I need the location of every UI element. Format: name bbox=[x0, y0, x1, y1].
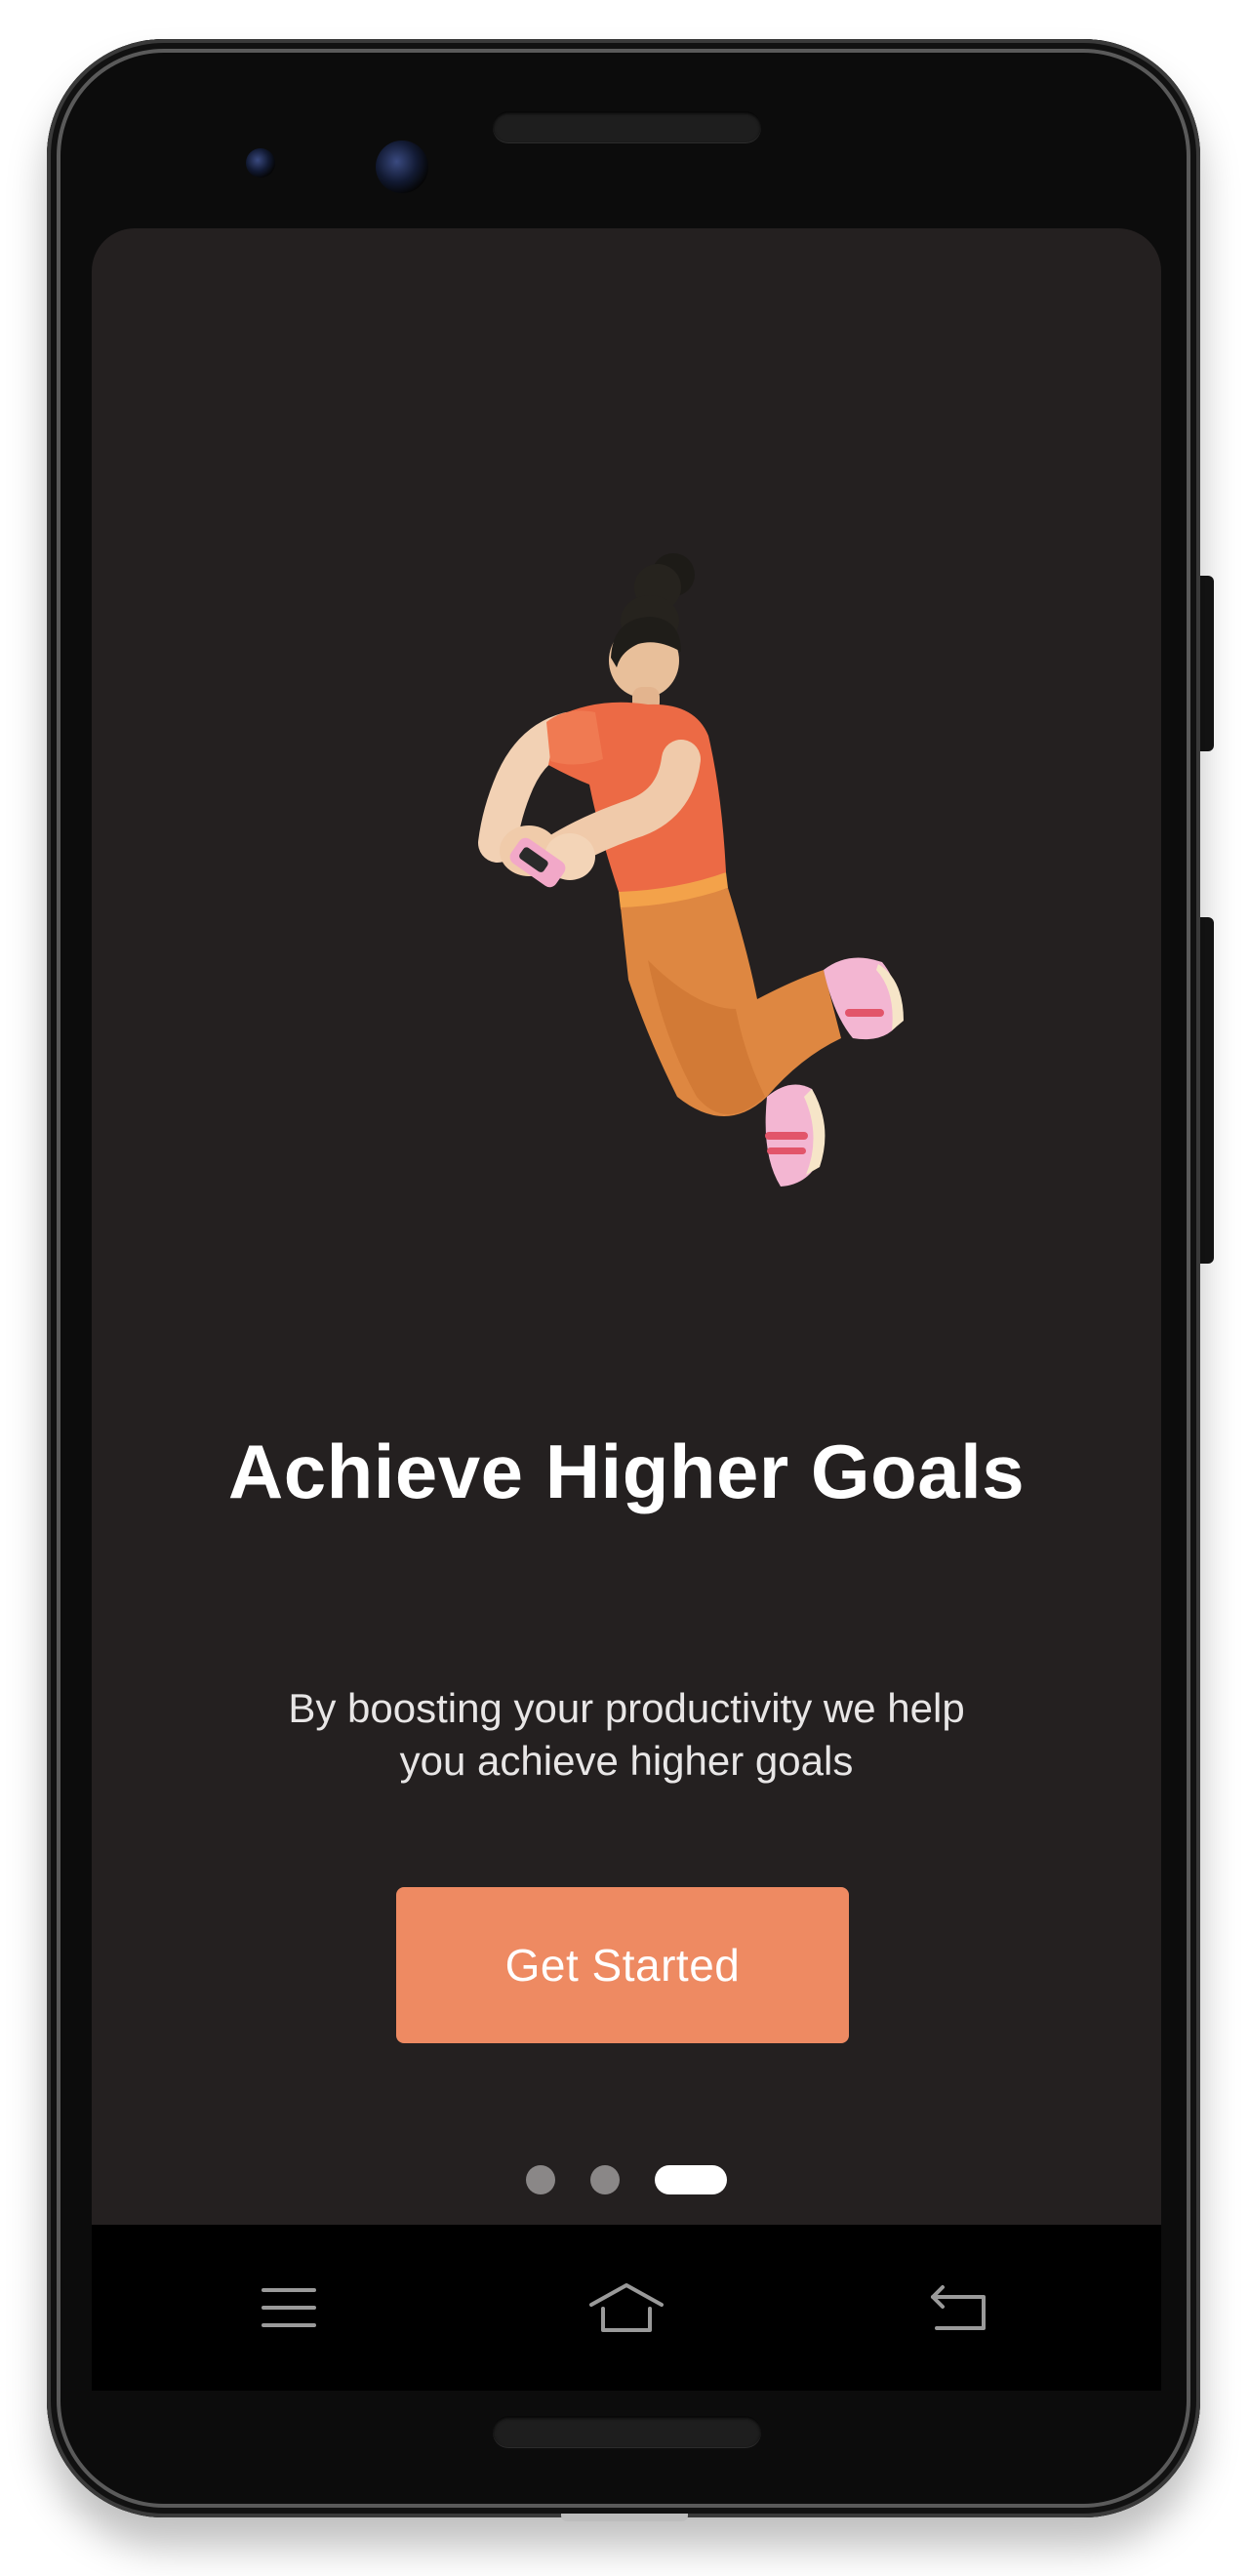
device-mockup: Achieve Higher Goals By boosting your pr… bbox=[0, 0, 1249, 2576]
onboarding-subtitle: By boosting your productivity we help yo… bbox=[288, 1685, 965, 1784]
page-indicator-dot[interactable] bbox=[526, 2165, 555, 2194]
home-icon bbox=[589, 2283, 664, 2332]
volume-button bbox=[1200, 917, 1214, 1264]
bottom-speaker-grille bbox=[493, 2416, 761, 2447]
earpiece-speaker bbox=[493, 111, 761, 142]
menu-icon bbox=[262, 2288, 316, 2327]
phone-bottom-edge bbox=[561, 2514, 688, 2521]
system-navigation-bar bbox=[92, 2225, 1161, 2391]
back-icon bbox=[931, 2285, 986, 2330]
page-indicator-dot-active[interactable] bbox=[655, 2165, 727, 2194]
back-button[interactable] bbox=[909, 2264, 1007, 2352]
onboarding-title: Achieve Higher Goals bbox=[227, 1429, 1026, 1514]
onboarding-screen: Achieve Higher Goals By boosting your pr… bbox=[92, 228, 1161, 2225]
person-floating-with-phone-illustration bbox=[478, 553, 904, 1187]
power-button bbox=[1200, 576, 1214, 751]
front-camera bbox=[376, 141, 428, 193]
pagination-dots bbox=[92, 2165, 1161, 2194]
menu-button[interactable] bbox=[240, 2264, 338, 2352]
get-started-button[interactable]: Get Started bbox=[396, 1887, 849, 2043]
page-indicator-dot[interactable] bbox=[590, 2165, 620, 2194]
front-sensor bbox=[246, 148, 275, 178]
home-button[interactable] bbox=[578, 2264, 675, 2352]
